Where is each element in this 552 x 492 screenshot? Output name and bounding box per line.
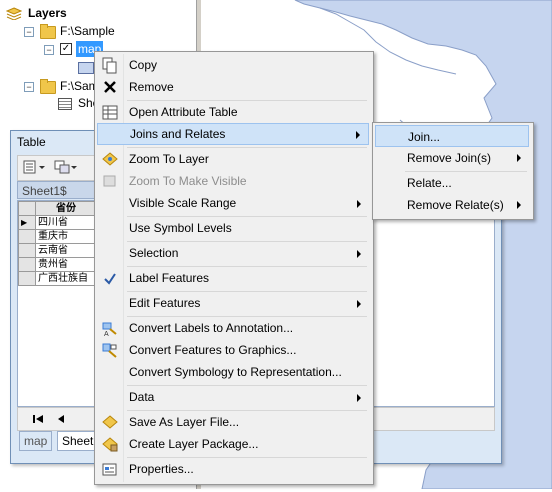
- layers-title: Layers: [28, 6, 67, 20]
- collapse-icon[interactable]: −: [44, 45, 54, 55]
- menu-item-edit-features[interactable]: Edit Features: [97, 293, 369, 314]
- table-cell[interactable]: 广西壮族自: [35, 271, 97, 286]
- menu-item-convert-symbology[interactable]: Convert Symbology to Representation...: [97, 362, 369, 383]
- row-selector[interactable]: ▶: [18, 215, 36, 230]
- menu-item-save-as-layer-file[interactable]: Save As Layer File...: [97, 412, 369, 433]
- layer-context-menu: Copy Remove Open Attribute Table Joins a…: [94, 51, 374, 485]
- previous-record-icon[interactable]: [56, 413, 66, 428]
- collapse-icon[interactable]: −: [24, 82, 34, 92]
- chevron-down-icon[interactable]: [38, 159, 46, 175]
- row-selector[interactable]: [18, 243, 36, 258]
- menu-separator: [127, 457, 367, 458]
- submenu-arrow-icon: [517, 154, 521, 162]
- menu-item-use-symbol-levels[interactable]: Use Symbol Levels: [97, 218, 369, 239]
- submenu-item-remove-joins[interactable]: Remove Join(s): [375, 147, 529, 169]
- menu-item-zoom-to-make-visible[interactable]: Zoom To Make Visible: [97, 171, 369, 192]
- submenu-arrow-icon: [357, 250, 361, 258]
- convert-features-icon: [101, 342, 119, 359]
- menu-item-zoom-to-layer[interactable]: Zoom To Layer: [97, 149, 369, 170]
- layers-icon: [5, 7, 23, 25]
- table-cell[interactable]: 云南省: [35, 243, 97, 258]
- row-selector[interactable]: [18, 229, 36, 244]
- submenu-arrow-icon: [357, 394, 361, 402]
- first-record-icon[interactable]: [32, 413, 44, 428]
- table-options-icon[interactable]: [22, 159, 38, 175]
- column-header[interactable]: 省份: [35, 201, 97, 216]
- folder-icon: [40, 79, 56, 94]
- menu-item-label-features[interactable]: Label Features: [97, 268, 369, 289]
- menu-item-convert-labels[interactable]: A Convert Labels to Annotation...: [97, 318, 369, 339]
- menu-item-convert-features[interactable]: Convert Features to Graphics...: [97, 340, 369, 361]
- table-row[interactable]: 云南省: [18, 243, 97, 258]
- attribute-table: 省份 ▶ 四川省 重庆市 云南省 贵州省 广西壮族自: [18, 201, 97, 286]
- table-row[interactable]: 贵州省: [18, 257, 97, 272]
- menu-item-remove[interactable]: Remove: [97, 77, 369, 98]
- table-icon: [58, 98, 72, 110]
- chevron-down-icon[interactable]: [70, 159, 78, 175]
- submenu-item-relate[interactable]: Relate...: [375, 172, 529, 194]
- menu-item-data[interactable]: Data: [97, 387, 369, 408]
- related-tables-icon[interactable]: [54, 159, 70, 175]
- source-item-1[interactable]: − F:\Sample: [24, 22, 194, 40]
- table-window-title: Table: [17, 135, 46, 149]
- layer-symbol[interactable]: [78, 62, 94, 74]
- menu-item-copy[interactable]: Copy: [97, 55, 369, 76]
- convert-labels-icon: A: [101, 320, 119, 338]
- copy-icon: [101, 57, 119, 74]
- collapse-icon[interactable]: −: [24, 27, 34, 37]
- zoom-layer-icon: [101, 151, 119, 168]
- table-row[interactable]: ▶ 四川省: [18, 215, 97, 230]
- submenu-arrow-icon: [357, 200, 361, 208]
- menu-item-joins-and-relates[interactable]: Joins and Relates: [97, 123, 369, 145]
- menu-separator: [127, 241, 367, 242]
- table-cell[interactable]: 重庆市: [35, 229, 97, 244]
- remove-icon: [101, 79, 119, 96]
- properties-icon: [101, 461, 119, 478]
- table-cell[interactable]: 贵州省: [35, 257, 97, 272]
- layer-package-icon: [101, 436, 119, 453]
- submenu-item-remove-relates[interactable]: Remove Relate(s): [375, 194, 529, 216]
- submenu-arrow-icon: [517, 201, 521, 209]
- row-selector-header[interactable]: [18, 201, 36, 216]
- table-row[interactable]: 重庆市: [18, 229, 97, 244]
- layer-file-icon: [101, 414, 119, 431]
- menu-separator: [127, 100, 367, 101]
- table-cell[interactable]: 四川省: [35, 215, 97, 230]
- menu-item-properties[interactable]: Properties...: [97, 459, 369, 480]
- submenu-item-join[interactable]: Join...: [375, 125, 529, 147]
- menu-separator: [127, 266, 367, 267]
- menu-item-create-layer-package[interactable]: Create Layer Package...: [97, 434, 369, 455]
- table-header-row: 省份: [18, 201, 97, 216]
- row-selector[interactable]: [18, 271, 36, 286]
- row-selector[interactable]: [18, 257, 36, 272]
- menu-separator: [127, 291, 367, 292]
- layer-visibility-checkbox[interactable]: ✓: [60, 43, 72, 55]
- table-icon: [101, 104, 119, 121]
- menu-item-open-attribute-table[interactable]: Open Attribute Table: [97, 102, 369, 123]
- menu-separator: [127, 410, 367, 411]
- folder-icon: [40, 24, 56, 39]
- menu-separator: [127, 216, 367, 217]
- menu-separator: [127, 147, 367, 148]
- menu-item-selection[interactable]: Selection: [97, 243, 369, 264]
- submenu-arrow-icon: [356, 131, 360, 139]
- joins-relates-submenu: Join... Remove Join(s) Relate... Remove …: [372, 122, 534, 220]
- tab-map[interactable]: map: [19, 431, 53, 451]
- svg-text:A: A: [104, 331, 109, 337]
- menu-separator: [127, 316, 367, 317]
- menu-item-visible-scale-range[interactable]: Visible Scale Range: [97, 193, 369, 214]
- source-label: F:\Sam: [60, 79, 99, 93]
- source-label: F:\Sample: [60, 24, 115, 38]
- menu-separator: [127, 385, 367, 386]
- zoom-visible-icon: [101, 173, 119, 190]
- submenu-arrow-icon: [357, 300, 361, 308]
- check-icon: [101, 270, 119, 287]
- table-row[interactable]: 广西壮族自: [18, 271, 97, 286]
